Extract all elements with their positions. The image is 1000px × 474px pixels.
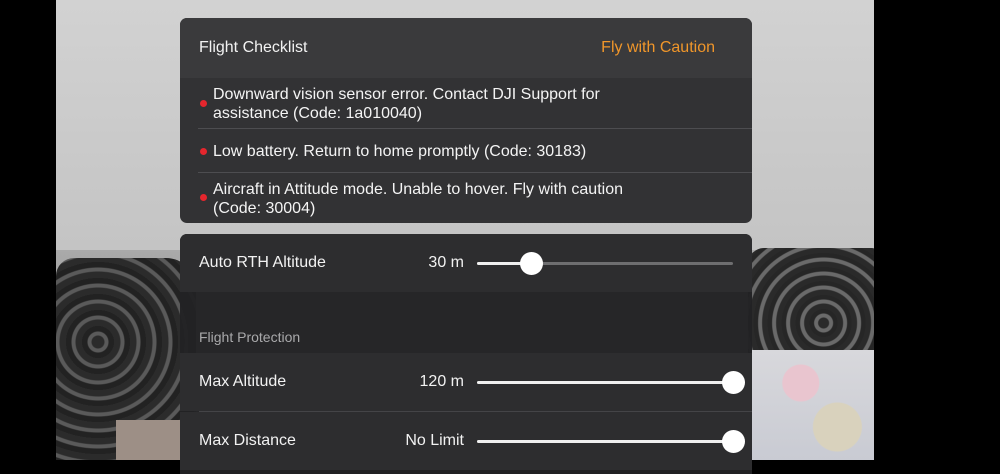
warning-item[interactable]: Downward vision sensor error. Contact DJ…: [198, 78, 752, 129]
max-distance-row: Max Distance No Limit: [180, 412, 752, 470]
warning-item[interactable]: Aircraft in Attitude mode. Unable to hov…: [198, 173, 752, 223]
warning-item[interactable]: Low battery. Return to home promptly (Co…: [198, 129, 752, 173]
auto-rth-altitude-label: Auto RTH Altitude: [199, 254, 326, 271]
checklist-header: Flight Checklist Fly with Caution: [180, 18, 752, 78]
slider-thumb[interactable]: [722, 429, 745, 453]
warning-dot-icon: [200, 194, 207, 201]
max-altitude-value: 120 m: [419, 373, 464, 390]
checklist-title: Flight Checklist: [199, 39, 308, 56]
slider-fill: [477, 380, 733, 384]
flight-status-label[interactable]: Fly with Caution: [601, 39, 715, 57]
max-distance-slider[interactable]: [477, 429, 745, 453]
flight-settings-panel: Auto RTH Altitude 30 m Flight Protection…: [180, 234, 752, 474]
camera-blanket: [752, 350, 874, 460]
max-altitude-row: Max Altitude 120 m: [180, 353, 752, 411]
max-distance-value: No Limit: [405, 432, 464, 449]
auto-rth-altitude-row: Auto RTH Altitude 30 m: [180, 234, 752, 292]
auto-rth-altitude-slider[interactable]: [477, 251, 733, 275]
slider-fill: [477, 439, 733, 443]
flight-checklist-panel: Flight Checklist Fly with Caution Downwa…: [180, 18, 752, 223]
max-distance-label: Max Distance: [199, 432, 296, 449]
max-altitude-slider[interactable]: [477, 370, 745, 394]
max-altitude-label: Max Altitude: [199, 373, 287, 390]
auto-rth-altitude-value: 30 m: [428, 254, 464, 271]
warning-dot-icon: [200, 100, 207, 107]
warning-dot-icon: [200, 148, 207, 155]
warning-text: Downward vision sensor error. Contact DJ…: [213, 86, 600, 122]
warning-text: Low battery. Return to home promptly (Co…: [213, 143, 587, 160]
warning-text: Aircraft in Attitude mode. Unable to hov…: [213, 181, 623, 217]
flight-protection-section-label: Flight Protection: [199, 329, 301, 345]
slider-thumb[interactable]: [722, 370, 745, 394]
slider-thumb[interactable]: [519, 251, 543, 275]
